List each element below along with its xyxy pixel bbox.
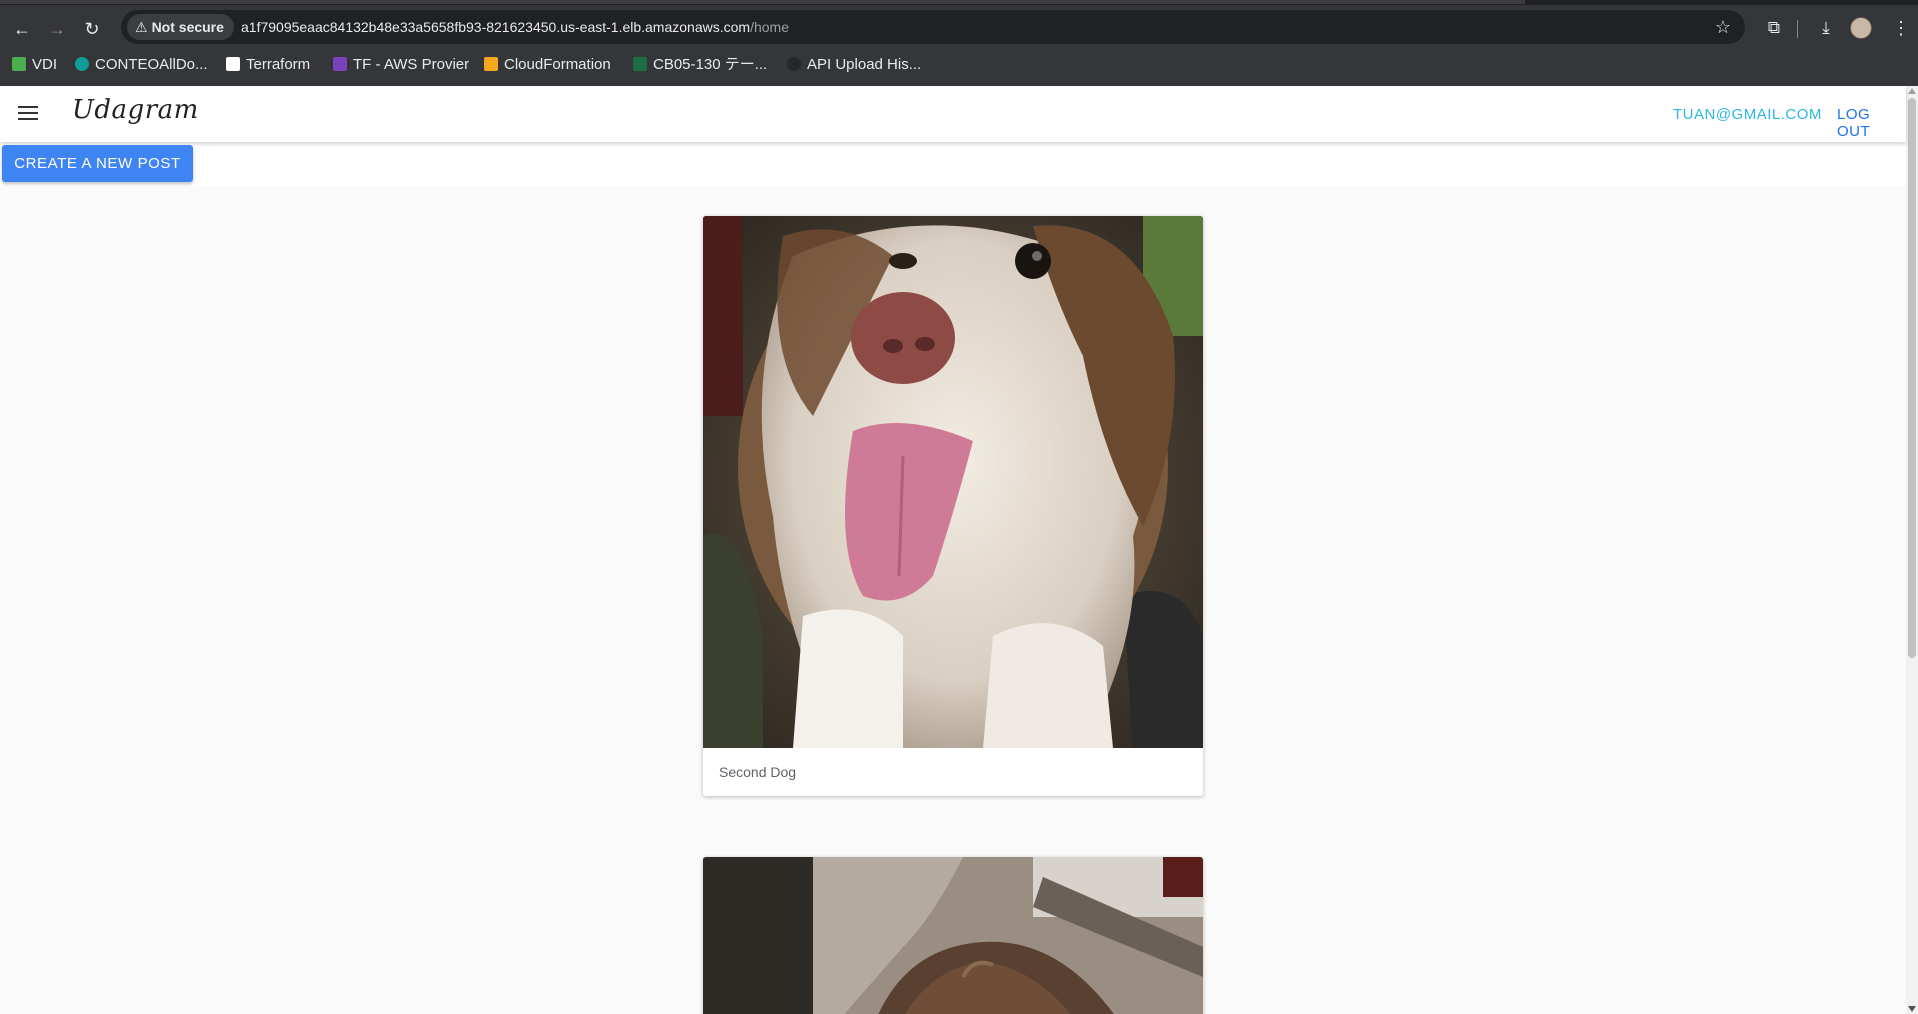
bookmark-api-upload[interactable]: API Upload His... [787, 54, 921, 76]
browser-toolbar: ← → ↻ ⚠ Not secure a1f79095eaac84132b48e3… [0, 6, 1918, 50]
vdi-favicon-icon [12, 57, 26, 71]
url-host: a1f79095eaac84132b48e33a5658fb93-8216234… [241, 19, 751, 35]
toolbar-divider [1797, 20, 1798, 38]
menu-icon[interactable] [18, 106, 38, 122]
extensions-icon[interactable]: ⧉ [1762, 16, 1786, 40]
bookmark-label: VDI [32, 56, 58, 73]
terraform-favicon-icon [226, 57, 240, 71]
logout-button[interactable]: LOG OUT [1837, 106, 1906, 140]
back-icon[interactable]: ← [12, 19, 32, 39]
create-post-button[interactable]: CREATE A NEW POST [2, 145, 193, 182]
scroll-up-icon[interactable] [1908, 88, 1916, 94]
security-label: Not secure [151, 19, 224, 35]
brand-logo[interactable]: Udagram [72, 95, 199, 125]
bookmark-label: CONTEOAllDo... [95, 56, 208, 73]
browser-menu-icon[interactable]: ⋮ [1892, 16, 1910, 40]
dog-photo [703, 857, 1203, 1014]
bookmark-label: API Upload His... [807, 56, 922, 73]
page-scrollbar[interactable] [1906, 86, 1918, 1014]
user-email-link[interactable]: TUAN@GMAIL.COM [1673, 106, 1822, 123]
bookmark-cloudformation[interactable]: CloudFormation [484, 54, 611, 76]
post-card [703, 857, 1203, 1014]
active-tab-indicator [0, 0, 1525, 4]
browser-chrome: ← → ↻ ⚠ Not secure a1f79095eaac84132b48e3… [0, 0, 1918, 86]
address-bar[interactable]: ⚠ Not secure a1f79095eaac84132b48e33a5658… [121, 10, 1745, 44]
bookmark-vdi[interactable]: VDI [12, 54, 57, 76]
github-favicon-icon [787, 57, 801, 71]
post-card: Second Dog [703, 216, 1203, 796]
bookmark-label: CB05-130 テー... [653, 56, 768, 73]
bookmark-tf-aws[interactable]: TF - AWS Provier [333, 54, 469, 76]
url-path: /home [750, 19, 789, 35]
excel-favicon-icon [633, 57, 647, 71]
reload-icon[interactable]: ↻ [82, 19, 102, 39]
scroll-down-icon[interactable] [1908, 1006, 1916, 1012]
app-toolbar: Udagram TUAN@GMAIL.COM LOG OUT [0, 86, 1906, 142]
terraform-aws-favicon-icon [333, 57, 347, 71]
bookmark-terraform[interactable]: Terraform [226, 54, 310, 76]
url-text[interactable]: a1f79095eaac84132b48e33a5658fb93-8216234… [241, 10, 789, 44]
forward-icon[interactable]: → [47, 19, 67, 39]
post-caption: Second Dog [719, 764, 797, 780]
page-viewport: Udagram TUAN@GMAIL.COM LOG OUT CREATE A … [0, 86, 1918, 1014]
bookmark-label: CloudFormation [504, 56, 611, 73]
action-bar [0, 142, 1906, 186]
warning-icon: ⚠ [135, 19, 148, 35]
cloudformation-favicon-icon [484, 57, 498, 71]
bookmark-label: Terraform [246, 56, 311, 73]
sharepoint-favicon-icon [75, 57, 89, 71]
scrollbar-thumb[interactable] [1908, 98, 1916, 658]
profile-avatar[interactable] [1850, 17, 1872, 39]
bookmark-cb05[interactable]: CB05-130 テー... [633, 54, 767, 76]
bookmarks-bar: VDI CONTEOAllDo... Terraform TF - AWS Pr… [0, 50, 1918, 80]
download-icon[interactable]: ⤓ [1814, 16, 1838, 40]
dog-photo [703, 216, 1203, 748]
bookmark-conteo[interactable]: CONTEOAllDo... [75, 54, 208, 76]
security-chip[interactable]: ⚠ Not secure [127, 14, 234, 40]
bookmark-label: TF - AWS Provier [353, 56, 470, 73]
tab-strip [0, 0, 1918, 5]
bookmark-star-icon[interactable]: ☆ [1715, 10, 1731, 44]
